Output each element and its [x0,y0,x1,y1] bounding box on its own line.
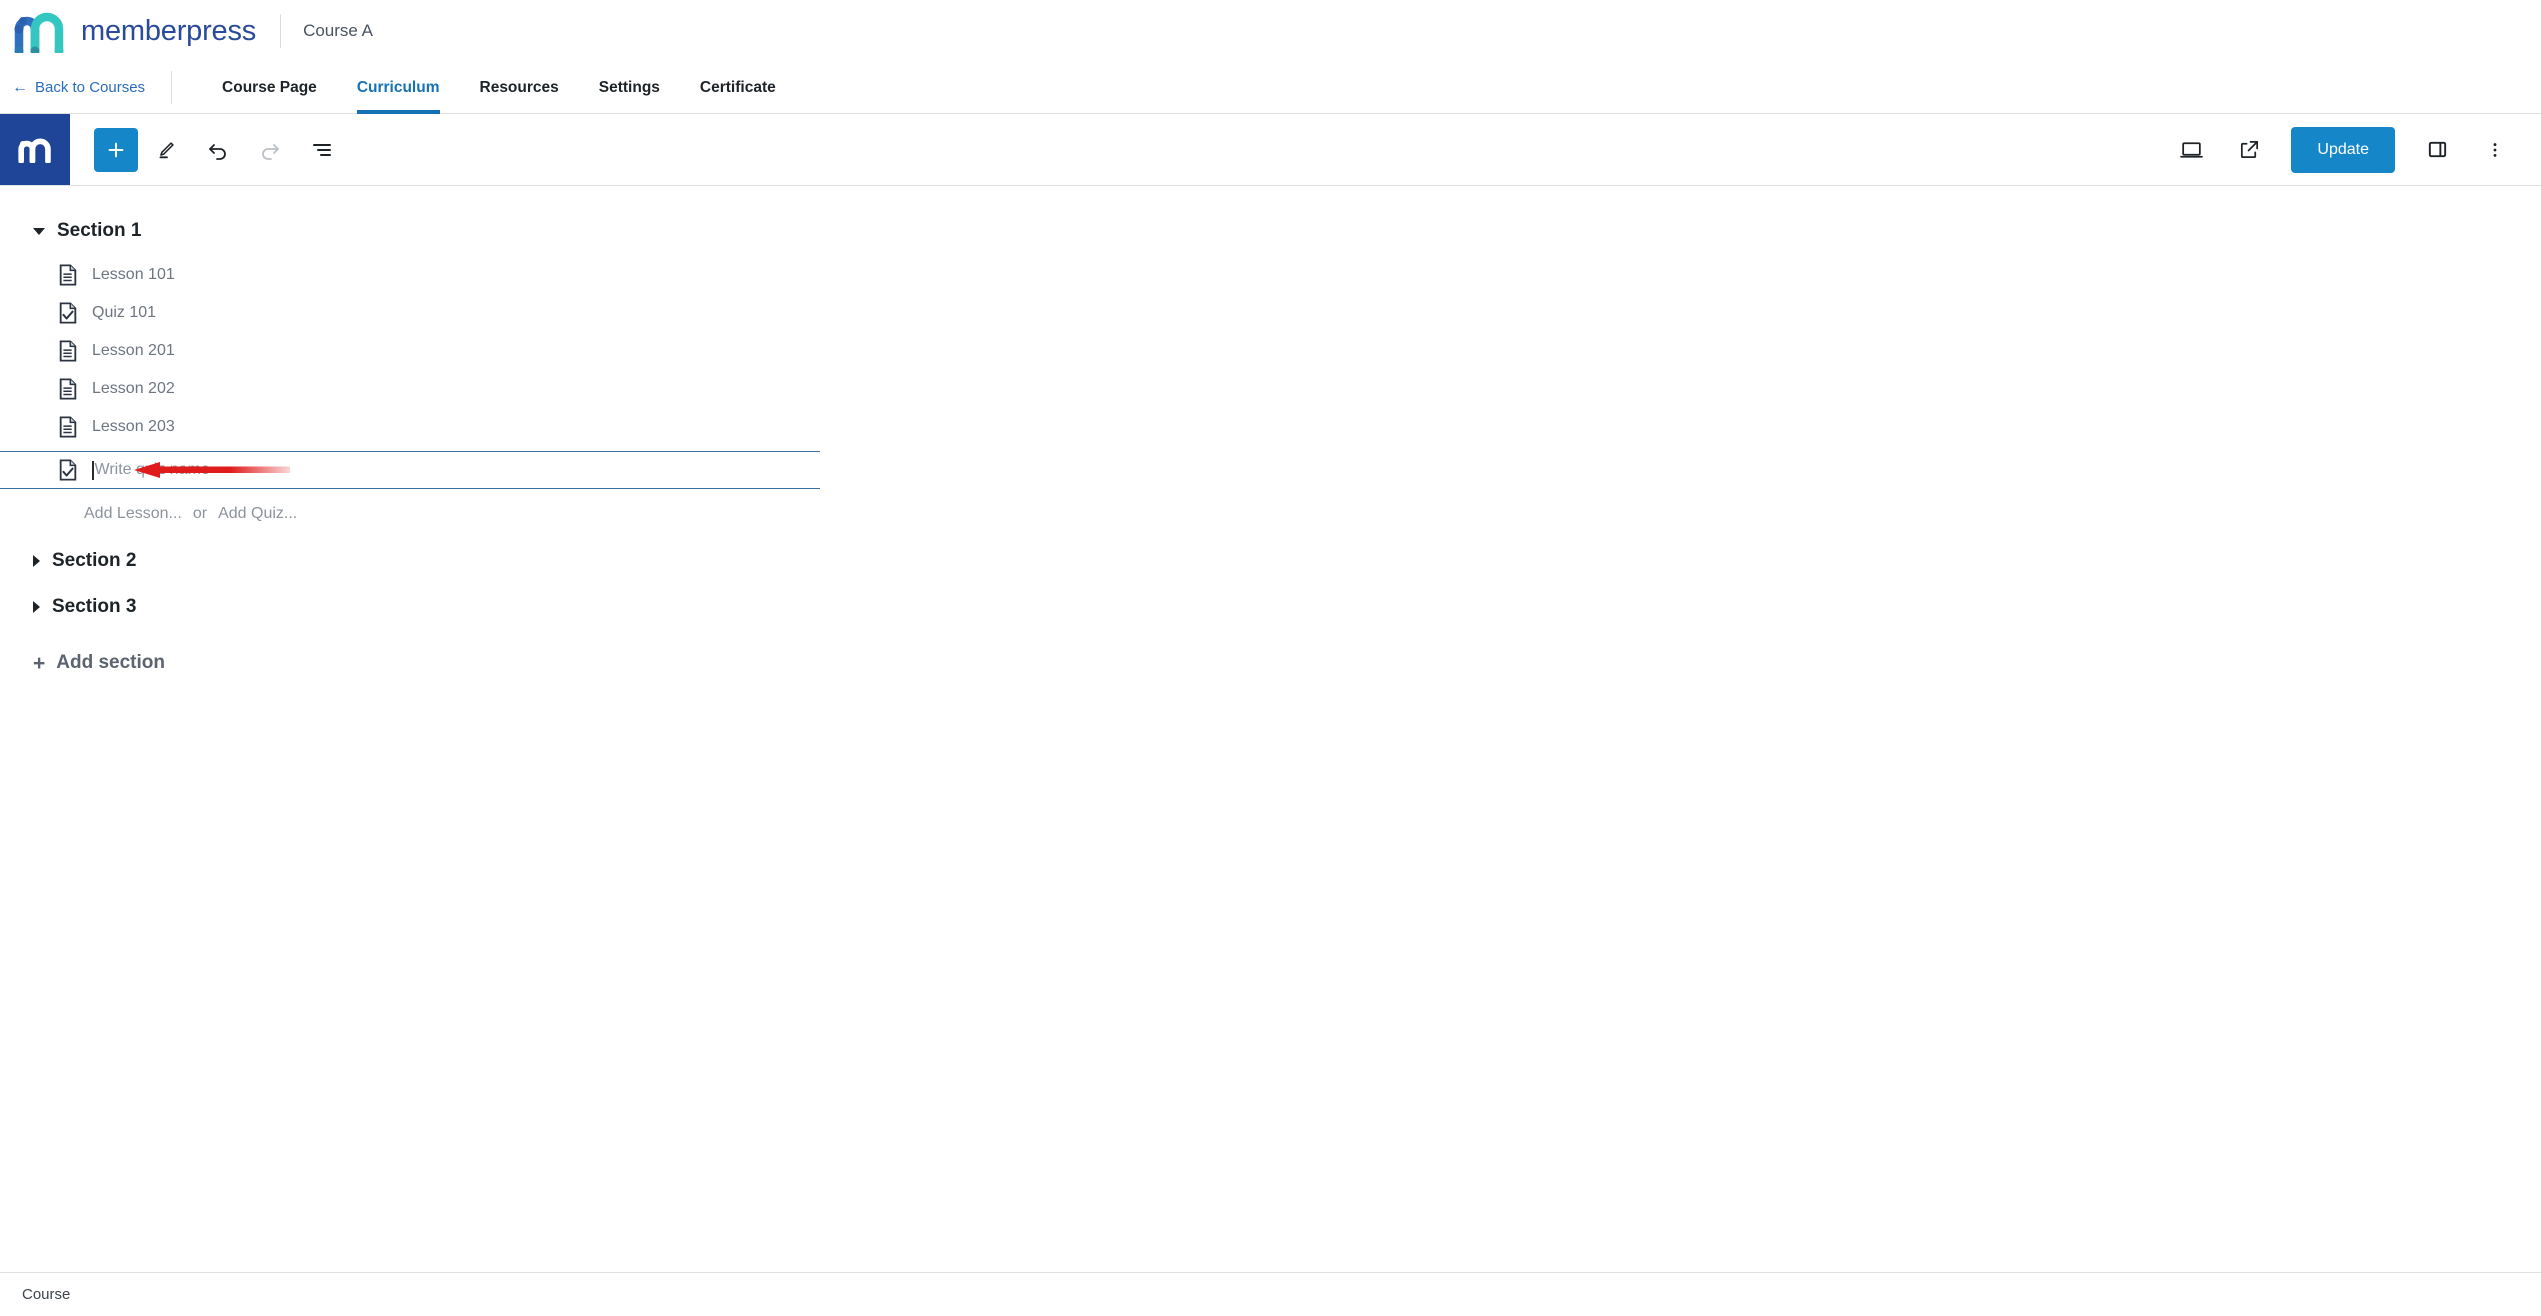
add-or-label: or [192,505,208,522]
add-lesson-link[interactable]: Add Lesson... [84,505,182,523]
nav-tabs: Course Page Curriculum Resources Setting… [172,62,796,114]
memberpress-m-logo-icon [14,12,64,53]
chevron-right-icon[interactable] [33,555,40,567]
section-title: Section 3 [52,596,137,617]
brand-header: memberpress Course A [0,0,2541,62]
curriculum-panel: Section 1 Lesson 101 Quiz 101 Lesson 201… [0,186,2541,1272]
lesson-document-icon [59,378,77,400]
more-options-button[interactable] [2471,126,2519,174]
preview-button[interactable] [2167,126,2215,174]
edit-tool-button[interactable] [142,126,190,174]
section-title: Section 1 [57,220,142,241]
details-button[interactable] [298,126,346,174]
view-post-button[interactable] [2225,126,2273,174]
plus-icon [108,142,124,157]
section-header-2[interactable]: Section 2 [0,542,2541,580]
add-quiz-link[interactable]: Add Quiz... [218,505,297,523]
brand-wordmark: memberpress [81,14,257,47]
list-view-icon [313,143,331,156]
chevron-right-icon[interactable] [33,601,40,613]
tab-resources[interactable]: Resources [460,62,579,113]
course-nav-bar: ← Back to Courses Course Page Curriculum… [0,62,2541,114]
course-name-label: Course A [303,21,374,40]
add-block-button[interactable] [94,127,138,172]
list-item-label: Quiz 101 [92,304,157,321]
back-to-courses-link[interactable]: ← Back to Courses [12,62,171,113]
status-bar: Course [0,1272,2541,1316]
lesson-document-icon [59,264,77,286]
tab-label: Certificate [699,78,776,96]
list-item[interactable]: Quiz 101 [0,294,2541,332]
section-title: Section 2 [52,550,137,571]
tab-certificate[interactable]: Certificate [680,62,796,113]
settings-sidebar-toggle[interactable] [2413,126,2461,174]
lesson-document-icon [59,340,77,362]
list-item[interactable]: Lesson 202 [0,370,2541,408]
list-item[interactable]: Lesson 101 [0,256,2541,294]
tab-course-page[interactable]: Course Page [202,62,337,113]
arrow-left-icon: ← [12,78,28,96]
undo-arrow-icon [209,143,226,160]
quiz-name-input[interactable]: Write quiz name [95,461,210,479]
section-header-3[interactable]: Section 3 [0,588,2541,626]
sidebar-panel-icon [2428,141,2446,158]
list-item-label: Lesson 202 [92,380,175,397]
new-quiz-row[interactable]: Write quiz name [0,451,820,489]
quiz-document-icon [59,302,77,324]
status-bar-label: Course [22,1286,71,1303]
pencil-icon [159,141,174,158]
section-1-items: Lesson 101 Quiz 101 Lesson 201 Lesson 20… [0,250,2541,534]
update-button[interactable]: Update [2291,126,2395,173]
add-section-label: Add section [56,652,165,673]
three-dots-vertical-icon [2493,142,2497,157]
memberpress-m-icon [18,138,51,163]
redo-arrow-icon [262,143,279,160]
quiz-document-icon [59,459,77,481]
list-item[interactable]: Lesson 201 [0,332,2541,370]
tab-label: Settings [598,78,660,96]
back-to-courses-label: Back to Courses [35,79,146,96]
lesson-document-icon [59,416,77,438]
list-item-label: Lesson 101 [92,266,175,283]
list-item[interactable]: Lesson 203 [0,408,2541,446]
editor-toolbar: Update [0,114,2541,186]
tab-curriculum[interactable]: Curriculum [337,62,460,114]
redo-button[interactable] [246,126,294,174]
undo-button[interactable] [194,126,242,174]
add-item-row: Add Lesson... or Add Quiz... [0,494,2541,534]
chevron-down-icon[interactable] [33,227,45,235]
external-link-icon [2240,140,2258,159]
desktop-icon [2180,142,2203,158]
list-item-label: Lesson 203 [92,418,175,435]
tab-label: Resources [479,78,559,96]
header-divider [280,14,282,48]
add-section-button[interactable]: + Add section [0,642,2541,684]
editor-memberpress-logo-button[interactable] [0,114,70,185]
list-item-label: Lesson 201 [92,342,175,359]
memberpress-logo[interactable]: memberpress [14,9,256,53]
plus-icon: + [33,651,46,675]
toolbar-right-group: Update [2167,114,2541,185]
tab-label: Curriculum [356,78,440,96]
text-cursor [92,460,94,480]
toolbar-left-group [70,114,346,185]
tab-settings[interactable]: Settings [579,62,680,113]
section-header-1[interactable]: Section 1 [0,212,2541,250]
tab-label: Course Page [222,78,317,96]
